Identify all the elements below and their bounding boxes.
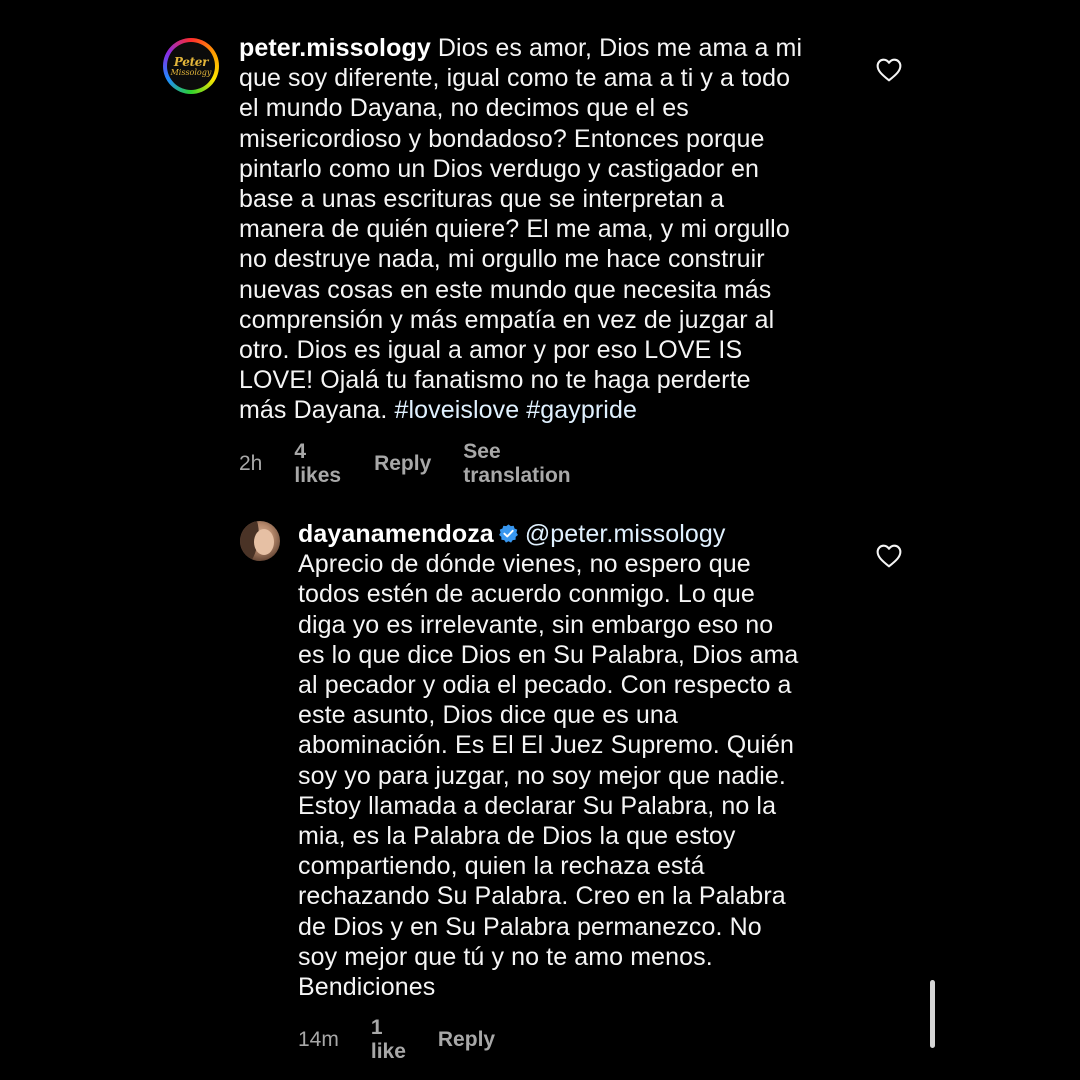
reply-line: mia, es la Palabra de Dios la que estoy [298,822,736,851]
reply-line: diga yo es irrelevante, sin embargo eso … [298,610,774,639]
heart-outline-icon[interactable] [876,58,902,82]
comment-line: base a unas escrituras que se interpreta… [239,185,725,214]
comment-line: Dios es amor, Dios me ama a mi [437,34,803,62]
reply-line: todos estén de acuerdo conmigo. Lo que [298,580,755,609]
likes-count-button[interactable]: 1 like [371,1016,406,1064]
scrollbar-thumb[interactable] [930,980,935,1048]
reply-line: al pecador y odia el pecado. Con respect… [298,671,792,700]
likes-count-button[interactable]: 4 likes [294,440,341,488]
comment-line: nuevas cosas en este mundo que necesita … [239,275,772,304]
reply-meta: 14m 1 like Reply [298,1016,495,1064]
comment-username[interactable]: peter.missology [239,34,431,62]
reply-line: soy yo para juzgar, no soy mejor que nad… [298,761,786,790]
avatar-logo-text: Peter [173,54,209,69]
reply-line: este asunto, Dios dice que es una [298,701,678,730]
reply-line: abominación. Es El El Juez Supremo. Quié… [298,731,795,760]
reply-body: dayanamendoza @peter.missology Aprecio de … [298,519,858,1002]
avatar-peter[interactable]: Peter Missology [163,38,219,94]
avatar-logo-subtext: Missology [170,67,212,77]
comment-line: que soy diferente, igual como te ama a t… [239,64,791,93]
comment-body: peter.missology Dios es amor, Dios me am… [239,33,859,426]
reply-time: 14m [298,1028,339,1051]
reply-line: de Dios y en Su Palabra permanezco. No [298,912,762,941]
comment-line: el mundo Dayana, no decimos que el es [239,94,689,123]
reply-button[interactable]: Reply [438,1028,495,1052]
comment-time: 2h [239,452,263,475]
heart-outline-icon[interactable] [876,544,902,568]
reply-line: es lo que dice Dios en Su Palabra, Dios … [298,640,799,669]
reply-mention[interactable]: @peter.missology [525,520,726,548]
reply-line: Estoy llamada a declarar Su Palabra, no … [298,791,777,820]
verified-badge-icon [498,524,518,543]
comment-line: LOVE! Ojalá tu fanatismo no te haga perd… [239,366,751,395]
reply-line: rechazando Su Palabra. Creo en la Palabr… [298,882,786,911]
comment-line: pintarlo como un Dios verdugo y castigad… [239,154,760,183]
comment-hashtags[interactable]: #loveislove #gaypride [394,396,637,424]
see-translation-button[interactable]: See translation [463,440,570,488]
comment-line: más Dayana. [239,396,388,425]
comment-line: otro. Dios es igual a amor y por eso LOV… [239,336,743,365]
reply-button[interactable]: Reply [374,452,431,476]
reply-line: compartiendo, quien la rechaza está [298,852,705,881]
avatar-face [254,529,274,555]
avatar-logo: Peter Missology [167,42,215,90]
reply-line: soy mejor que tú y no te amo menos. [298,942,713,971]
comment-line: no destruye nada, mi orgullo me hace con… [239,245,765,274]
comment-line: comprensión y más empatía en vez de juzg… [239,305,775,334]
comment-meta: 2h 4 likes Reply See translation [239,440,571,488]
comment-line: manera de quién quiere? El me ama, y mi … [239,215,790,244]
reply-line: Aprecio de dónde vienes, no espero que [298,550,751,579]
comment-line: misericordioso y bondadoso? Entonces por… [239,124,765,153]
reply-line: Bendiciones [298,973,436,1002]
avatar-dayana[interactable] [240,521,280,561]
reply-username[interactable]: dayanamendoza [298,520,494,548]
